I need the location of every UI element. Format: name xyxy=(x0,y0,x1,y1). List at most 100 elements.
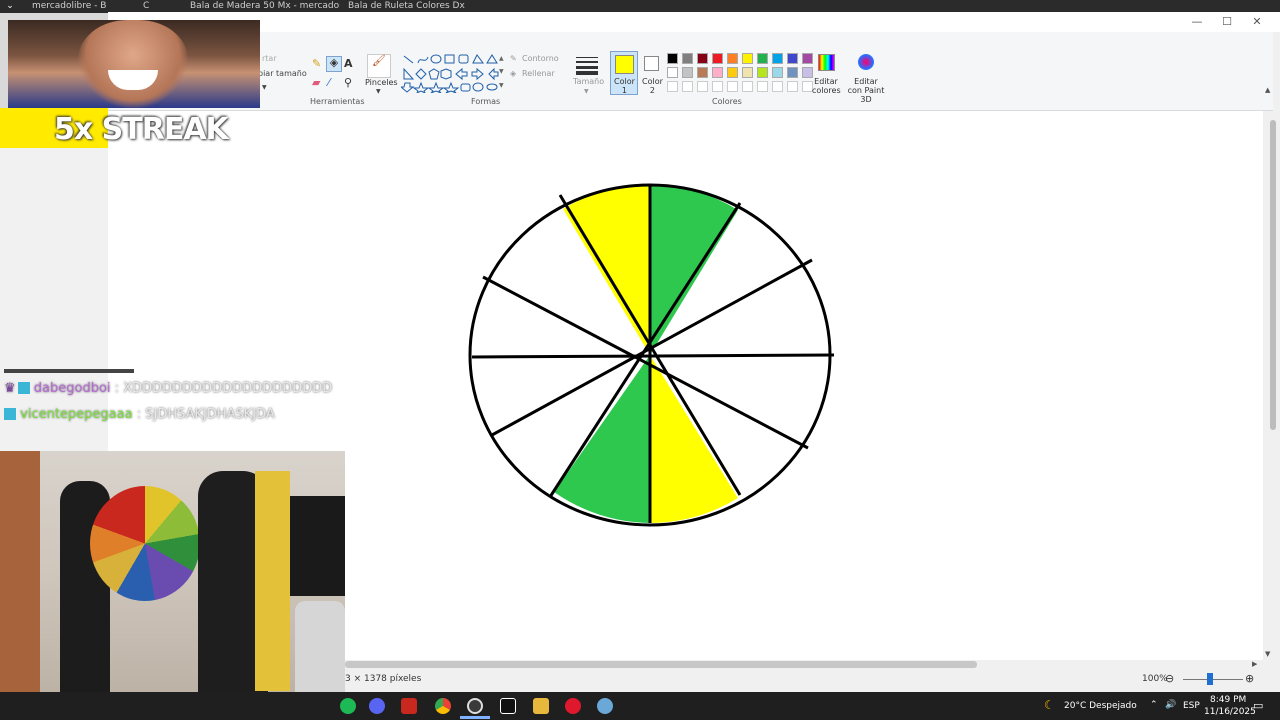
magnifier-icon[interactable]: ⚲ xyxy=(344,77,352,88)
palette-swatch[interactable] xyxy=(667,53,678,64)
edit-colors-button[interactable]: Editar colores xyxy=(812,77,841,95)
palette-swatch[interactable] xyxy=(787,53,798,64)
minimize-button[interactable]: — xyxy=(1182,12,1212,32)
scroll-up-icon[interactable]: ▲ xyxy=(1265,86,1270,94)
zoom-slider-track[interactable] xyxy=(1183,679,1243,680)
paint-app-icon[interactable] xyxy=(597,698,613,714)
palette-swatch[interactable] xyxy=(802,53,813,64)
palette-swatch[interactable] xyxy=(772,53,783,64)
zoom-out-icon[interactable]: ⊖ xyxy=(1165,672,1174,685)
chrome-icon[interactable] xyxy=(435,698,451,714)
chevron-down-icon[interactable]: ▼ xyxy=(376,88,381,95)
palette-swatch[interactable] xyxy=(742,53,753,64)
horizontal-scroll-thumb[interactable] xyxy=(345,661,977,668)
zoom-level: 100% xyxy=(1142,674,1168,684)
fill-bucket-icon[interactable]: ◈ xyxy=(326,56,342,72)
palette-swatch[interactable] xyxy=(757,67,768,78)
gallery-expand-icon[interactable]: ▼ xyxy=(499,82,504,89)
outline-button[interactable]: Contorno xyxy=(522,54,559,63)
vertical-scroll-thumb[interactable] xyxy=(1270,120,1276,430)
size-lines-icon[interactable] xyxy=(576,55,598,75)
spotify-icon[interactable] xyxy=(340,698,356,714)
chat-text: SJDHSAKJDHASKJDA xyxy=(145,407,275,422)
maximize-button[interactable]: ☐ xyxy=(1212,12,1242,32)
discord-icon[interactable] xyxy=(369,698,385,714)
room-camera-video xyxy=(0,451,345,720)
streak-text: 5x STREAK xyxy=(54,112,229,147)
brushes-button[interactable]: Pinceles xyxy=(365,78,398,87)
palette-swatch[interactable] xyxy=(727,53,738,64)
pencil-icon[interactable]: ✎ xyxy=(312,58,321,69)
palette-swatch-empty[interactable] xyxy=(787,81,798,92)
zoom-in-icon[interactable]: ⊕ xyxy=(1245,672,1254,685)
brush-icon[interactable]: 🖌 xyxy=(367,54,391,78)
color-wheel-drawing xyxy=(468,183,835,527)
opera-icon[interactable] xyxy=(565,698,581,714)
fill-button[interactable]: Rellenar xyxy=(522,69,555,78)
chevron-down-icon[interactable]: ▼ xyxy=(584,88,589,95)
palette-swatch[interactable] xyxy=(697,53,708,64)
weather-text[interactable]: 20°C Despejado xyxy=(1064,701,1137,711)
facecam-video xyxy=(8,20,260,108)
chevron-down-icon[interactable]: ▼ xyxy=(262,84,267,91)
shapes-gallery-icons[interactable] xyxy=(399,53,507,95)
clock-date[interactable]: 11/16/2025 xyxy=(1204,707,1256,717)
shapes-gallery[interactable] xyxy=(399,53,507,95)
paint3d-icon[interactable] xyxy=(858,54,874,70)
palette-swatch-empty[interactable] xyxy=(712,81,723,92)
clock-time[interactable]: 8:49 PM xyxy=(1210,695,1246,705)
chevron-up-icon[interactable]: ▲ xyxy=(499,55,504,62)
palette-swatch[interactable] xyxy=(682,53,693,64)
badge-icon xyxy=(17,382,30,394)
size-button[interactable]: Tamaño xyxy=(573,77,604,86)
palette-swatch-empty[interactable] xyxy=(757,81,768,92)
language-indicator[interactable]: ESP xyxy=(1183,701,1200,711)
palette-swatch-empty[interactable] xyxy=(742,81,753,92)
palette-swatch[interactable] xyxy=(667,67,678,78)
notification-icon[interactable]: ▭ xyxy=(1253,699,1263,712)
color1-label: Color 1 xyxy=(614,77,635,95)
palette-swatch-empty[interactable] xyxy=(772,81,783,92)
palette-swatch[interactable] xyxy=(757,53,768,64)
eraser-icon[interactable]: ▰ xyxy=(312,77,320,88)
palette-swatch[interactable] xyxy=(712,53,723,64)
palette-swatch-empty[interactable] xyxy=(667,81,678,92)
cut-button[interactable]: rtar xyxy=(262,54,277,63)
color-picker-icon[interactable]: ⁄ xyxy=(328,77,330,88)
scroll-down-icon[interactable]: ▼ xyxy=(1265,650,1270,658)
zoom-slider-thumb[interactable] xyxy=(1207,673,1213,685)
file-explorer-icon[interactable] xyxy=(533,698,549,714)
video-app-icon[interactable] xyxy=(401,698,417,714)
tab-menu-chevron-icon[interactable]: ⌄ xyxy=(0,0,20,13)
palette-swatch[interactable] xyxy=(712,67,723,78)
palette-swatch[interactable] xyxy=(697,67,708,78)
palette-swatch[interactable] xyxy=(787,67,798,78)
color-palette xyxy=(667,53,817,97)
palette-swatch-empty[interactable] xyxy=(682,81,693,92)
palette-swatch[interactable] xyxy=(727,67,738,78)
color2-swatch[interactable] xyxy=(644,56,659,71)
tray-expand-icon[interactable]: ⌃ xyxy=(1150,700,1158,710)
stream-overlay-panel xyxy=(0,110,108,452)
paint-title-bar xyxy=(108,12,1280,32)
palette-swatch-empty[interactable] xyxy=(697,81,708,92)
close-button[interactable]: ✕ xyxy=(1242,12,1272,32)
palette-swatch-empty[interactable] xyxy=(727,81,738,92)
fill-icon[interactable]: ◈ xyxy=(510,69,516,78)
chat-text: XDDDDDDDDDDDDDDDDDDDD xyxy=(123,381,333,396)
green-segment-top xyxy=(650,185,738,355)
scroll-right-icon[interactable]: ▶ xyxy=(1252,660,1257,668)
paint3d-button[interactable]: Editar con Paint 3D xyxy=(846,77,886,104)
volume-icon[interactable]: 🔊 xyxy=(1165,700,1176,710)
outline-icon[interactable]: ✎ xyxy=(510,54,517,63)
resize-button[interactable]: biar tamaño xyxy=(258,69,307,78)
palette-swatch[interactable] xyxy=(682,67,693,78)
chevron-down-icon[interactable]: ▼ xyxy=(499,68,504,75)
palette-swatch[interactable] xyxy=(772,67,783,78)
edit-colors-icon[interactable] xyxy=(818,54,835,71)
obs-icon[interactable] xyxy=(467,698,483,714)
palette-swatch[interactable] xyxy=(742,67,753,78)
text-tool-icon[interactable]: A xyxy=(344,58,353,69)
chat-message: ♛ dabegodboi : XDDDDDDDDDDDDDDDDDDDD xyxy=(4,381,333,396)
capcut-icon[interactable] xyxy=(500,698,516,714)
